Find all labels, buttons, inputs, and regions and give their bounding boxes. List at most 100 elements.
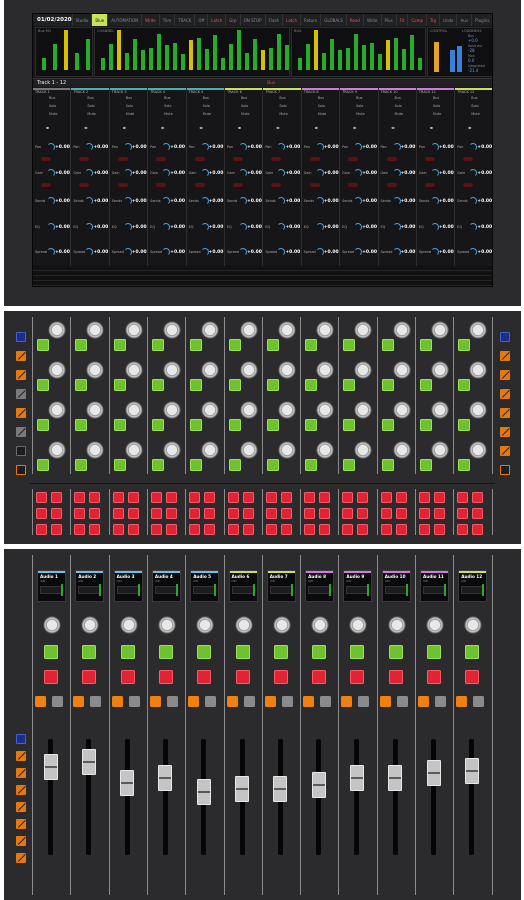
pad-button[interactable] [419,508,430,519]
display-tab[interactable]: Comp [407,14,426,26]
pad-button[interactable] [265,492,277,503]
param-knob-icon[interactable] [47,248,55,256]
pad-button[interactable] [457,524,469,535]
encoder-knob[interactable] [354,361,373,379]
channel-mute-button[interactable] [312,670,327,684]
param-pill[interactable] [117,183,128,187]
param-knob-icon[interactable] [354,143,363,151]
channel-rec-button[interactable] [320,696,332,707]
pad-button[interactable] [51,508,62,519]
select-button[interactable] [151,379,164,391]
pad-button[interactable] [472,492,484,503]
pad-button[interactable] [342,508,354,519]
pad-button[interactable] [189,492,201,503]
param-knob-icon[interactable] [200,223,209,231]
param-knob-icon[interactable] [47,169,55,177]
param-pill[interactable] [41,157,51,161]
param-knob-icon[interactable] [469,248,478,256]
param-knob-icon[interactable] [47,143,55,151]
select-button[interactable] [305,459,318,471]
fader-cap[interactable] [81,748,96,775]
param-pill[interactable] [79,183,90,187]
param-pill[interactable] [156,183,167,187]
param-knob-icon[interactable] [277,143,286,151]
pad-button[interactable] [319,508,331,519]
channel-knob[interactable] [196,616,215,634]
select-button[interactable] [113,419,126,431]
encoder-knob[interactable] [124,401,143,419]
encoder-knob[interactable] [86,321,105,339]
param-knob-icon[interactable] [200,197,209,205]
pad-button[interactable] [112,492,124,503]
channel-rec-button[interactable] [473,696,485,707]
channel-mute-button[interactable] [158,670,173,684]
param-pill[interactable] [463,157,474,161]
pad-button[interactable] [227,524,239,535]
pad-button[interactable] [242,492,254,503]
fader-side-button[interactable] [16,751,26,761]
param-knob-icon[interactable] [47,197,55,205]
channel-select-button[interactable] [235,645,250,659]
encoder-knob[interactable] [86,361,105,379]
select-button[interactable] [381,419,394,431]
fader-cap[interactable] [311,772,326,799]
display-tab[interactable]: Trim [158,14,175,26]
display-tab[interactable]: TRACK [174,14,194,26]
side-button-right[interactable] [500,332,510,342]
channel-rec-button[interactable] [52,696,63,707]
pad-button[interactable] [395,492,407,503]
side-button-right[interactable] [500,446,510,456]
display-tab[interactable]: Write [141,14,159,26]
pad-button[interactable] [204,524,216,535]
pad-button[interactable] [189,524,201,535]
channel-knob[interactable] [43,616,61,634]
select-button[interactable] [458,339,471,351]
display-tab[interactable]: Trg [426,14,439,26]
pad-button[interactable] [227,508,239,519]
encoder-knob[interactable] [239,441,258,459]
pad-button[interactable] [112,508,124,519]
select-button[interactable] [266,419,279,431]
pad-button[interactable] [204,492,216,503]
encoder-knob[interactable] [48,441,66,459]
side-button-left[interactable] [16,408,26,418]
channel-rec-button[interactable] [90,696,102,707]
pad-button[interactable] [189,508,201,519]
channel-mute-button[interactable] [44,670,58,684]
param-pill[interactable] [232,157,243,161]
pad-button[interactable] [165,492,177,503]
pad-button[interactable] [304,508,316,519]
select-button[interactable] [37,419,49,431]
pad-button[interactable] [51,524,62,535]
encoder-knob[interactable] [469,401,488,419]
channel-knob[interactable] [81,616,100,634]
encoder-knob[interactable] [277,441,296,459]
channel-mute-button[interactable] [388,670,403,684]
param-pill[interactable] [79,157,90,161]
select-button[interactable] [343,379,356,391]
param-pill[interactable] [194,183,205,187]
param-knob-icon[interactable] [238,223,247,231]
channel-mute-button[interactable] [197,670,212,684]
pad-button[interactable] [342,524,354,535]
channel-solo-button[interactable] [35,696,46,707]
channel-solo-button[interactable] [303,696,315,707]
channel-knob[interactable] [311,616,330,634]
param-knob-icon[interactable] [85,223,94,231]
select-button[interactable] [343,419,356,431]
side-button-right[interactable] [500,408,510,418]
param-knob-icon[interactable] [162,143,171,151]
pad-button[interactable] [342,492,354,503]
channel-select-button[interactable] [158,645,173,659]
encoder-knob[interactable] [86,401,105,419]
encoder-knob[interactable] [124,321,143,339]
param-knob-icon[interactable] [238,197,247,205]
pad-button[interactable] [74,524,86,535]
channel-rec-button[interactable] [128,696,140,707]
channel-solo-button[interactable] [341,696,353,707]
encoder-knob[interactable] [392,321,411,339]
pad-button[interactable] [395,524,407,535]
select-button[interactable] [343,459,356,471]
encoder-knob[interactable] [431,361,449,379]
encoder-knob[interactable] [124,441,143,459]
